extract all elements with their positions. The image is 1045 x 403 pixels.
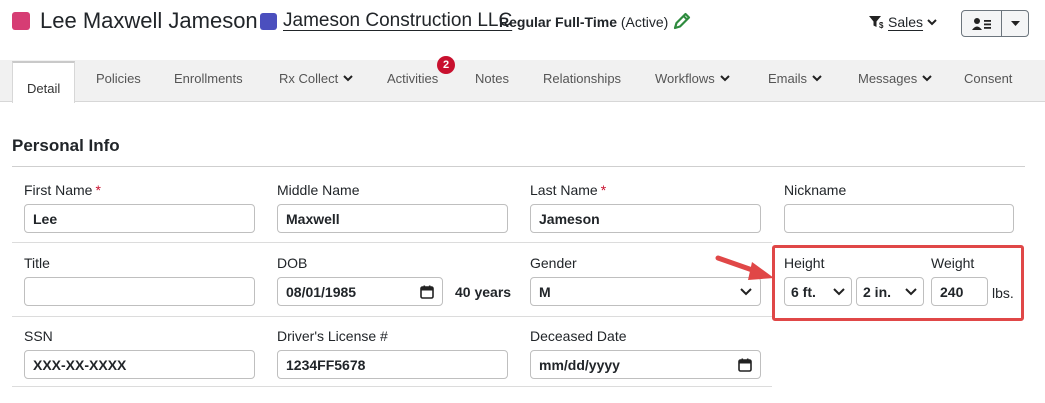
tab-label: Emails	[768, 71, 808, 86]
chevron-down-icon	[927, 18, 937, 25]
dob-date-input[interactable]: 08/01/1985	[277, 277, 443, 306]
caret-down-icon	[1010, 20, 1020, 26]
tab-label: Policies	[96, 71, 141, 86]
chevron-down-icon	[343, 75, 353, 82]
tab-label: Rx Collect	[279, 71, 339, 86]
field-value: Lee	[33, 210, 58, 227]
required-marker: *	[600, 182, 607, 198]
gender-label: Gender	[530, 255, 577, 271]
drivers-license-label: Driver's License #	[277, 328, 388, 344]
tab-detail[interactable]: Detail	[12, 61, 76, 103]
field-value: 08/01/1985	[286, 283, 357, 300]
tab-label: Notes	[475, 71, 509, 86]
section-divider	[12, 166, 1025, 167]
dob-label: DOB	[277, 255, 308, 271]
drivers-license-field[interactable]: 1234FF5678	[277, 350, 508, 379]
sales-label: Sales	[888, 14, 924, 30]
person-name: Lee Maxwell Jameson	[40, 8, 258, 33]
age-text: 40 years	[455, 284, 512, 300]
deceased-date-label: Deceased Date	[530, 328, 627, 344]
ssn-field[interactable]: XXX-XX-XXXX	[24, 350, 255, 379]
tab-relationships[interactable]: Relationships	[543, 71, 621, 86]
field-value: XXX-XX-XXXX	[33, 356, 127, 373]
filter-dollar-icon: $	[869, 16, 884, 29]
chevron-down-icon	[740, 287, 752, 295]
tab-rx-collect[interactable]: Rx Collect	[279, 71, 353, 86]
label-text: First Name	[24, 182, 93, 198]
first-name-field[interactable]: Lee	[24, 204, 255, 233]
tab-label: Consent	[964, 71, 1013, 86]
field-placeholder: mm/dd/yyyy	[539, 356, 620, 373]
tab-activities[interactable]: Activities	[387, 71, 438, 86]
ssn-label: SSN	[24, 328, 53, 344]
nickname-label: Nickname	[784, 182, 847, 198]
nickname-field[interactable]	[784, 204, 1014, 233]
first-name-label: First Name *	[24, 182, 101, 198]
company-link[interactable]: Jameson Construction LLC	[283, 10, 512, 32]
employment-status: Regular Full-Time (Active)	[499, 14, 668, 30]
user-list-icon	[971, 17, 991, 30]
required-marker: *	[95, 182, 101, 198]
tab-label: Detail	[27, 80, 61, 96]
pencil-icon[interactable]	[672, 11, 692, 31]
tab-label: Enrollments	[174, 71, 243, 86]
title-field[interactable]	[24, 277, 255, 306]
chevron-down-icon	[720, 75, 730, 82]
contact-view-button-group	[961, 10, 1029, 37]
row-divider	[12, 242, 772, 243]
svg-text:$: $	[879, 21, 884, 29]
activities-count-badge: 2	[437, 56, 455, 74]
row-divider	[12, 386, 772, 387]
last-name-field[interactable]: Jameson	[530, 204, 761, 233]
middle-name-label: Middle Name	[277, 182, 360, 198]
field-value: Maxwell	[286, 210, 340, 227]
person-color-swatch	[12, 12, 30, 30]
deceased-date-input[interactable]: mm/dd/yyyy	[530, 350, 761, 379]
section-title: Personal Info	[12, 136, 120, 155]
height-weight-highlight-box	[772, 245, 1024, 321]
tab-label: Relationships	[543, 71, 622, 86]
last-name-label: Last Name *	[530, 182, 606, 198]
tab-policies[interactable]: Policies	[96, 71, 141, 86]
field-value: Jameson	[539, 210, 600, 227]
tab-enrollments[interactable]: Enrollments	[174, 71, 243, 86]
field-value: M	[539, 283, 551, 300]
tab-label: Messages	[858, 71, 918, 86]
row-divider	[12, 316, 772, 317]
employment-type: Regular Full-Time	[499, 14, 617, 30]
company-color-swatch	[260, 13, 277, 30]
chevron-down-icon	[922, 75, 932, 82]
annotation-arrow-icon	[715, 255, 774, 280]
tab-workflows[interactable]: Workflows	[655, 71, 730, 86]
calendar-icon[interactable]	[420, 285, 434, 299]
tab-notes[interactable]: Notes	[475, 71, 509, 86]
calendar-icon[interactable]	[738, 358, 752, 372]
employment-active: (Active)	[620, 14, 669, 30]
sales-dropdown[interactable]: $ Sales	[868, 14, 937, 30]
title-label: Title	[24, 255, 50, 271]
label-text: Last Name	[530, 182, 598, 198]
tab-messages[interactable]: Messages	[858, 71, 932, 86]
chevron-down-icon	[812, 75, 822, 82]
tab-consent[interactable]: Consent	[964, 71, 1012, 86]
contact-card-button[interactable]	[962, 11, 1002, 36]
more-options-button[interactable]	[1002, 11, 1028, 36]
middle-name-field[interactable]: Maxwell	[277, 204, 508, 233]
field-value: 1234FF5678	[286, 356, 366, 373]
tab-label: Activities	[387, 71, 439, 86]
tab-label: Workflows	[655, 71, 715, 86]
tab-bar: Detail Policies Enrollments Rx Collect A…	[0, 60, 1045, 103]
record-header: Lee Maxwell Jameson Jameson Construction…	[0, 0, 1045, 46]
tab-emails[interactable]: Emails	[768, 71, 822, 86]
